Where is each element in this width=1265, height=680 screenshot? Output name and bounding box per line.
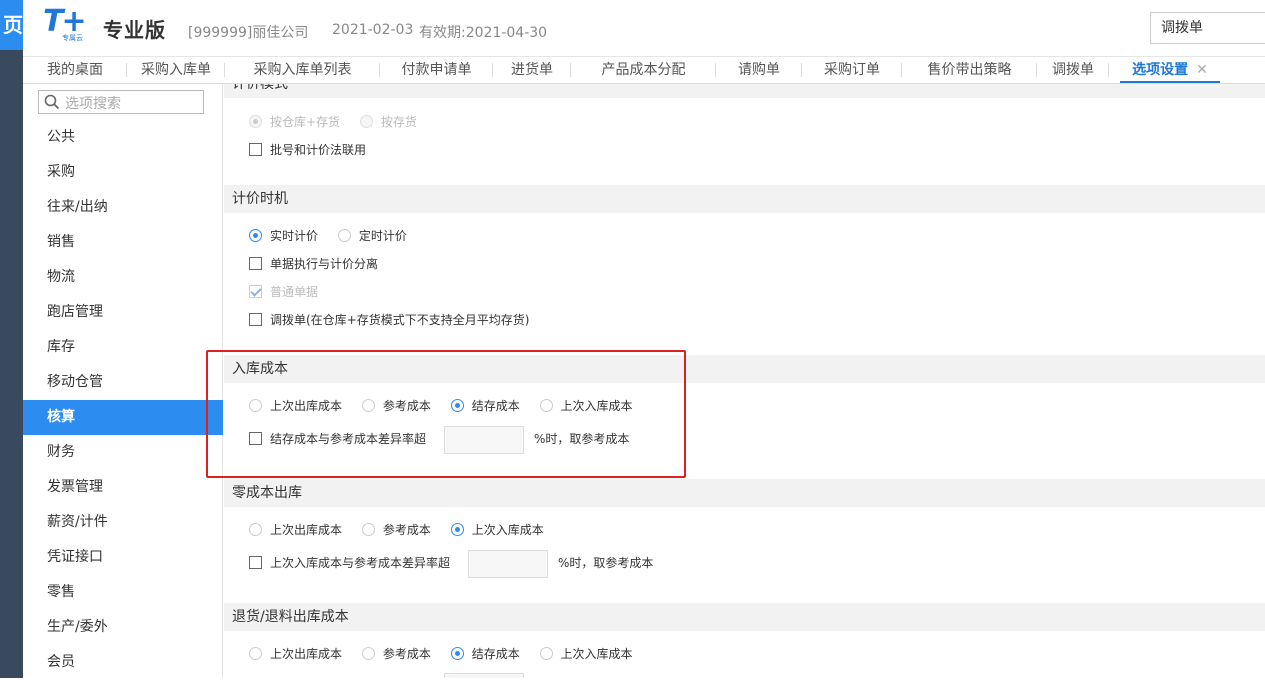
checkbox-batch-pricing[interactable]: 批号和计价法联用 bbox=[249, 139, 366, 161]
sidebar-item-voucher[interactable]: 凭证接口 bbox=[23, 540, 223, 575]
radio-return-balance[interactable]: 结存成本 bbox=[450, 643, 520, 665]
radio-scheduled-pricing[interactable]: 定时计价 bbox=[337, 225, 407, 247]
quick-search-input[interactable]: 调拨单 bbox=[1150, 12, 1265, 44]
validity-date: 有效期:2021-04-30 bbox=[419, 25, 548, 41]
radio-return-last-outbound[interactable]: 上次出库成本 bbox=[249, 643, 342, 665]
checkbox-normal-documents[interactable]: 普通单据 bbox=[249, 281, 318, 303]
sidebar-item-inventory[interactable]: 库存 bbox=[23, 330, 223, 365]
sidebar-item-mobile-warehouse[interactable]: 移动仓管 bbox=[23, 365, 223, 400]
search-icon bbox=[44, 94, 60, 110]
tab-desktop[interactable]: 我的桌面 bbox=[23, 57, 127, 83]
checkbox-separate-execution[interactable]: 单据执行与计价分离 bbox=[249, 253, 378, 275]
radio-indicator bbox=[450, 523, 464, 536]
radio-indicator bbox=[249, 523, 262, 536]
return-variance-rate-input[interactable] bbox=[444, 673, 524, 678]
tab-purchase-request[interactable]: 请购单 bbox=[716, 57, 802, 83]
sidebar-item-sales[interactable]: 销售 bbox=[23, 225, 223, 260]
radio-indicator bbox=[249, 115, 262, 128]
app-logo: T+ 专属云 bbox=[43, 4, 99, 42]
radio-indicator bbox=[539, 647, 553, 660]
highlight-box bbox=[206, 350, 686, 478]
checkbox-indicator bbox=[249, 285, 262, 298]
sidebar-item-accounts[interactable]: 往来/出纳 bbox=[23, 190, 223, 225]
radio-indicator bbox=[450, 647, 464, 660]
sidebar-item-finance[interactable]: 财务 bbox=[23, 435, 223, 470]
zero-cost-options: 上次出库成本 参考成本 上次入库成本 bbox=[249, 519, 560, 541]
sidebar-item-member[interactable]: 会员 bbox=[23, 645, 223, 680]
edition-label: 专业版 bbox=[103, 18, 166, 42]
tab-bar: 我的桌面 采购入库单 采购入库单列表 付款申请单 进货单 产品成本分配 请购单 … bbox=[23, 57, 1265, 84]
section-return-cost-title: 退货/退料出库成本 bbox=[224, 603, 1265, 631]
sidebar-item-invoice[interactable]: 发票管理 bbox=[23, 470, 223, 505]
radio-return-reference[interactable]: 参考成本 bbox=[361, 643, 431, 665]
return-cost-options: 上次出库成本 参考成本 结存成本 上次入库成本 bbox=[249, 643, 649, 665]
zero-variance-suffix: %时，取参考成本 bbox=[558, 556, 654, 570]
close-icon[interactable]: ✕ bbox=[1196, 62, 1208, 78]
settings-sidebar: 选项搜索 公共 采购 往来/出纳 销售 物流 跑店管理 库存 移动仓管 核算 财… bbox=[23, 84, 223, 678]
radio-indicator bbox=[359, 115, 373, 128]
tab-purchase-order[interactable]: 采购订单 bbox=[802, 57, 902, 83]
pricing-timing-options: 实时计价 定时计价 bbox=[249, 225, 423, 247]
checkbox-inbound-variance[interactable]: 上次入库成本与参考成本差异率超 bbox=[249, 556, 450, 570]
sidebar-item-costing[interactable]: 核算 bbox=[23, 400, 223, 435]
zero-variance-row: 上次入库成本与参考成本差异率超 %时，取参考成本 bbox=[249, 548, 653, 578]
pricing-mode-options: 按仓库+存货 按存货 bbox=[249, 111, 433, 133]
radio-indicator bbox=[337, 229, 351, 242]
checkbox-indicator bbox=[249, 257, 262, 270]
checkbox-indicator bbox=[249, 313, 262, 326]
tab-option-settings[interactable]: 选项设置 ✕ bbox=[1120, 57, 1220, 83]
radio-indicator bbox=[249, 647, 262, 660]
checkbox-transfer-order[interactable]: 调拨单(在仓库+存货模式下不支持全月平均存货) bbox=[249, 309, 529, 331]
radio-indicator bbox=[361, 523, 375, 536]
login-date: 2021-02-03 bbox=[332, 22, 414, 38]
sidebar-item-logistics[interactable]: 物流 bbox=[23, 260, 223, 295]
sidebar-item-retail[interactable]: 零售 bbox=[23, 575, 223, 610]
option-search-input[interactable]: 选项搜索 bbox=[38, 90, 204, 114]
app-header: T+ 专属云 专业版 [999999]丽佳公司 2021-02-03 有效期:2… bbox=[23, 0, 1265, 57]
radio-indicator bbox=[361, 647, 375, 660]
tab-price-strategy[interactable]: 售价带出策略 bbox=[902, 57, 1037, 83]
radio-zero-reference[interactable]: 参考成本 bbox=[361, 519, 431, 541]
search-placeholder: 选项搜索 bbox=[65, 96, 121, 112]
left-nav-strip: 页 bbox=[0, 0, 23, 678]
company-name: [999999]丽佳公司 bbox=[188, 25, 309, 41]
checkbox-indicator bbox=[249, 556, 262, 569]
tab-cost-allocation[interactable]: 产品成本分配 bbox=[571, 57, 716, 83]
section-zero-cost-title: 零成本出库 bbox=[224, 479, 1265, 507]
section-pricing-mode-title: 计价模式 bbox=[224, 84, 1265, 98]
radio-zero-last-outbound[interactable]: 上次出库成本 bbox=[249, 519, 342, 541]
tab-purchase-inbound-list[interactable]: 采购入库单列表 bbox=[225, 57, 380, 83]
radio-indicator bbox=[249, 229, 262, 242]
zero-variance-rate-input[interactable] bbox=[468, 549, 549, 578]
checkbox-indicator bbox=[249, 143, 262, 156]
tab-payment-request[interactable]: 付款申请单 bbox=[380, 57, 493, 83]
sidebar-item-public[interactable]: 公共 bbox=[23, 120, 223, 155]
sidebar-item-payroll[interactable]: 薪资/计件 bbox=[23, 505, 223, 540]
sidebar-item-production[interactable]: 生产/委外 bbox=[23, 610, 223, 645]
sidebar-item-purchase[interactable]: 采购 bbox=[23, 155, 223, 190]
radio-return-last-inbound[interactable]: 上次入库成本 bbox=[539, 643, 633, 665]
tab-purchase-order-in[interactable]: 进货单 bbox=[493, 57, 571, 83]
tab-transfer-order[interactable]: 调拨单 bbox=[1037, 57, 1109, 83]
radio-zero-last-inbound[interactable]: 上次入库成本 bbox=[450, 519, 544, 541]
tab-purchase-inbound[interactable]: 采购入库单 bbox=[127, 57, 225, 83]
radio-realtime-pricing[interactable]: 实时计价 bbox=[249, 225, 318, 247]
logo-subtitle: 专属云 bbox=[62, 34, 83, 42]
radio-warehouse-stock[interactable]: 按仓库+存货 bbox=[249, 111, 340, 133]
section-pricing-timing-title: 计价时机 bbox=[224, 185, 1265, 213]
radio-stock[interactable]: 按存货 bbox=[359, 111, 417, 133]
sidebar-item-store-visits[interactable]: 跑店管理 bbox=[23, 295, 223, 330]
home-button[interactable]: 页 bbox=[0, 0, 23, 50]
